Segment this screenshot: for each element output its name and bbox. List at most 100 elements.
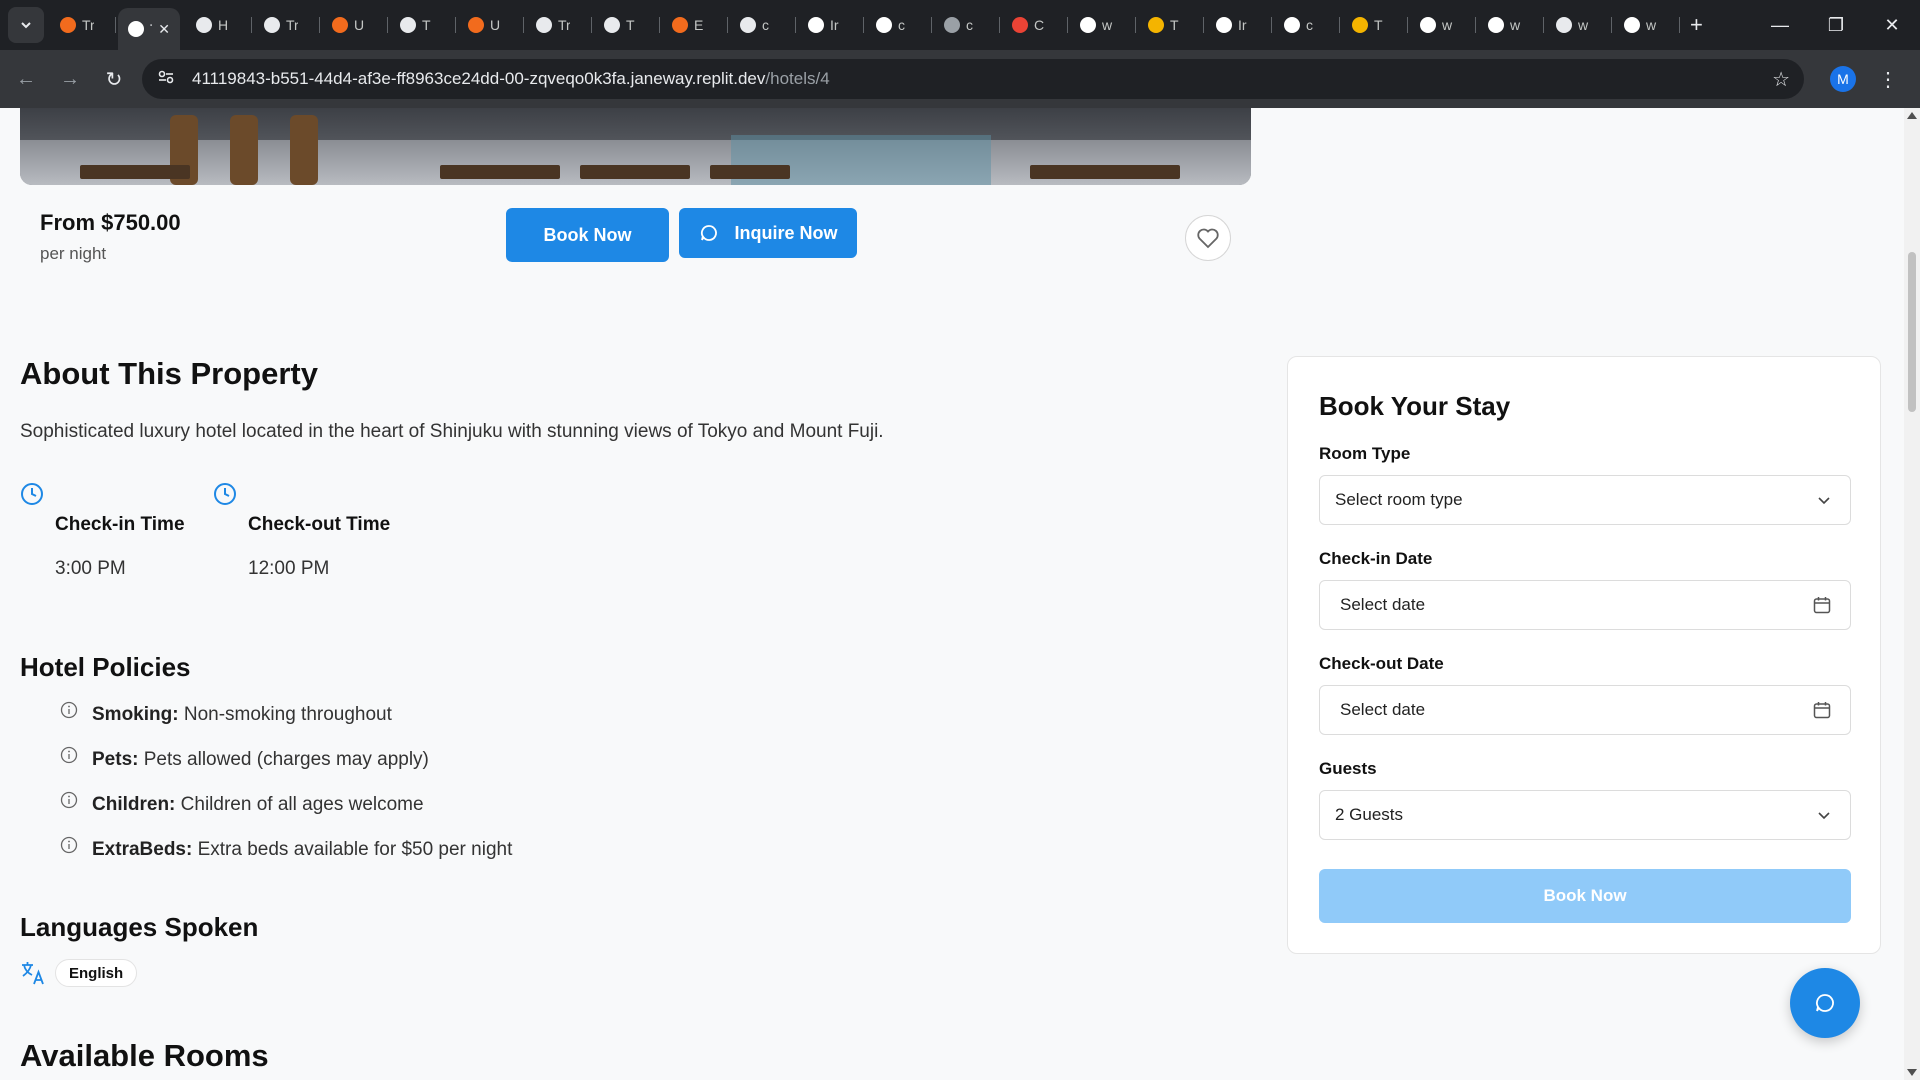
tab-search-button[interactable]	[8, 7, 44, 43]
policy-value: Non-smoking throughout	[183, 704, 392, 725]
browser-tab[interactable]: w	[1410, 7, 1476, 43]
booking-submit-button[interactable]: Book Now	[1319, 869, 1851, 923]
checkin-time-value: 3:00 PM	[55, 558, 126, 579]
browser-tab[interactable]: H	[186, 7, 252, 43]
tab-label: U	[354, 17, 365, 33]
booking-card: Book Your Stay Room Type Select room typ…	[1287, 356, 1881, 954]
browser-tab[interactable]: Tr	[254, 7, 320, 43]
tab-favicon-icon	[1080, 17, 1096, 33]
tab-favicon-icon	[332, 17, 348, 33]
browser-tab[interactable]: T	[1342, 7, 1408, 43]
checkout-date-input[interactable]: Select date	[1319, 685, 1851, 735]
info-icon	[60, 791, 78, 809]
page-content: From $750.00 per night Book Now Inquire …	[0, 108, 1904, 1080]
tab-label: Tr	[286, 17, 298, 33]
checkout-date-value: Select date	[1340, 700, 1426, 719]
tab-favicon-icon	[468, 17, 484, 33]
browser-tab[interactable]: U	[458, 7, 524, 43]
forward-icon[interactable]: →	[52, 61, 88, 97]
new-tab-button[interactable]: +	[1690, 12, 1703, 38]
url-path: /hotels/4	[765, 69, 830, 88]
browser-tab[interactable]: c	[1274, 7, 1340, 43]
browser-tab[interactable]: Tr	[526, 7, 592, 43]
browser-tab[interactable]: Tr	[50, 7, 116, 43]
room-type-value: Select room type	[1335, 490, 1463, 509]
guests-select[interactable]: 2 Guests	[1319, 790, 1851, 840]
about-heading: About This Property	[20, 356, 318, 391]
browser-tab[interactable]: c	[866, 7, 932, 43]
favorite-button[interactable]	[1185, 215, 1231, 261]
browser-tab[interactable]: w	[1614, 7, 1680, 43]
back-icon[interactable]: ←	[8, 61, 44, 97]
tab-favicon-icon	[1488, 17, 1504, 33]
close-window-icon[interactable]: ✕	[1864, 15, 1920, 36]
tab-label: E	[694, 17, 704, 33]
page-scrollbar[interactable]	[1904, 108, 1920, 1080]
browser-tab[interactable]: T	[390, 7, 456, 43]
tab-label: Tr	[558, 17, 570, 33]
browser-tab[interactable]: Ir	[1206, 7, 1272, 43]
browser-tab[interactable]: U	[322, 7, 388, 43]
hotel-hero-image	[20, 108, 1251, 185]
browser-tab[interactable]: c	[730, 7, 796, 43]
browser-tab[interactable]: Ir	[798, 7, 864, 43]
tab-close-icon[interactable]: ✕	[158, 21, 170, 38]
browser-tab[interactable]: C	[1002, 7, 1068, 43]
address-bar[interactable]: 41119843-b551-44d4-af3e-ff8963ce24dd-00-…	[142, 59, 1804, 99]
scroll-down-icon[interactable]	[1907, 1069, 1917, 1076]
browser-tab[interactable]: T	[1138, 7, 1204, 43]
browser-tab[interactable]: c	[934, 7, 1000, 43]
browser-tab[interactable]: w	[1070, 7, 1136, 43]
browser-tab[interactable]: Tr ✕	[118, 8, 180, 50]
browser-tab[interactable]: E	[662, 7, 728, 43]
more-menu-icon[interactable]: ⋮	[1878, 67, 1898, 92]
tab-favicon-icon	[128, 21, 144, 37]
price-amount: From $750.00	[40, 210, 181, 235]
browser-tab[interactable]: w	[1478, 7, 1544, 43]
browser-tab[interactable]: w	[1546, 7, 1612, 43]
tab-label: T	[1374, 17, 1383, 33]
reload-icon[interactable]: ↻	[96, 61, 132, 97]
chevron-down-icon	[1816, 807, 1832, 823]
checkout-date-label: Check-out Date	[1319, 654, 1444, 673]
tab-label: C	[1034, 17, 1045, 33]
tab-label: c	[762, 17, 769, 33]
site-info-icon[interactable]	[156, 67, 180, 92]
scrollbar-thumb[interactable]	[1908, 252, 1916, 412]
tab-favicon-icon	[604, 17, 620, 33]
book-now-button[interactable]: Book Now	[506, 208, 669, 262]
room-type-select[interactable]: Select room type	[1319, 475, 1851, 525]
guests-value: 2 Guests	[1335, 805, 1404, 824]
browser-toolbar: ← → ↻ 41119843-b551-44d4-af3e-ff8963ce24…	[0, 50, 1920, 108]
checkout-time-value: 12:00 PM	[248, 558, 330, 579]
chat-icon	[1816, 994, 1834, 1012]
tab-label: Tr	[150, 21, 152, 37]
tab-favicon-icon	[400, 17, 416, 33]
scroll-up-icon[interactable]	[1907, 112, 1917, 119]
clock-icon	[21, 483, 43, 505]
policy-value: Children of all ages welcome	[180, 794, 424, 815]
restore-icon[interactable]: ❐	[1808, 15, 1864, 36]
chat-button[interactable]	[1790, 968, 1860, 1038]
info-icon	[60, 701, 78, 719]
tab-favicon-icon	[672, 17, 688, 33]
tab-label: Tr	[82, 17, 94, 33]
policy-item: Children: Children of all ages welcome	[60, 791, 424, 816]
inquire-now-button[interactable]: Inquire Now	[679, 208, 857, 258]
translate-icon	[20, 960, 46, 992]
policy-text: ExtraBeds: Extra beds available for $50 …	[92, 839, 512, 861]
checkout-time-label: Check-out Time	[248, 514, 391, 535]
tab-favicon-icon	[196, 17, 212, 33]
tab-label: Ir	[830, 17, 839, 33]
checkin-date-input[interactable]: Select date	[1319, 580, 1851, 630]
policy-item: ExtraBeds: Extra beds available for $50 …	[60, 836, 512, 861]
profile-avatar[interactable]: M	[1830, 66, 1856, 92]
clock-icon	[214, 483, 236, 505]
tab-label: c	[1306, 17, 1313, 33]
checkin-date-label: Check-in Date	[1319, 549, 1433, 568]
calendar-icon	[1812, 700, 1832, 720]
browser-tab[interactable]: T	[594, 7, 660, 43]
tab-favicon-icon	[1284, 17, 1300, 33]
bookmark-star-icon[interactable]: ☆	[1772, 67, 1790, 92]
minimize-icon[interactable]: —	[1752, 15, 1808, 36]
